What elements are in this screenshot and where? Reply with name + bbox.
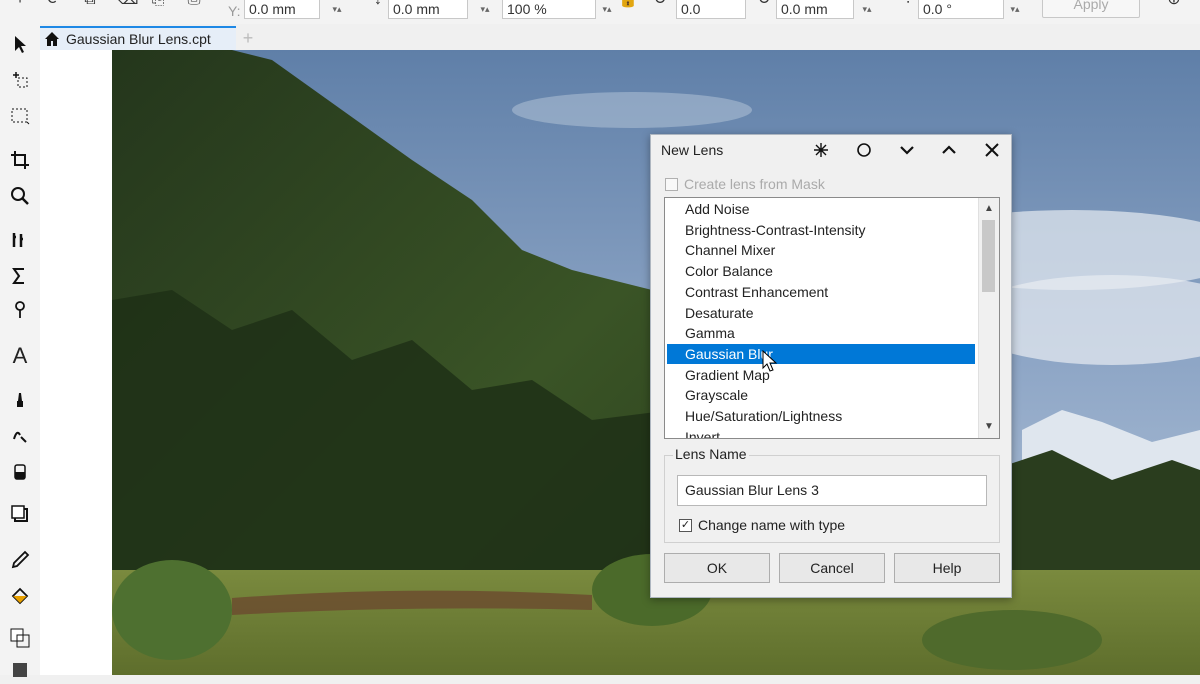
change-name-checkbox[interactable]: ✓ <box>679 518 692 532</box>
list-item[interactable]: Add Noise <box>667 199 975 219</box>
list-item[interactable]: Gradient Map <box>667 365 975 385</box>
offset-field[interactable]: 0.0 mm <box>776 0 854 19</box>
property-bar: + ⟳ ⧉ ⌫ ⎘ ⎙ Y: 0.0 mm ▾▴ ↕ 0.0 mm ▾▴ 100… <box>0 0 1200 25</box>
create-from-mask-checkbox[interactable] <box>665 177 678 191</box>
scrollbar-thumb[interactable] <box>982 220 995 292</box>
pick-tool-icon[interactable] <box>6 30 34 58</box>
list-scrollbar[interactable]: ▲ ▼ <box>978 198 999 438</box>
add-circle-icon[interactable]: ⊕ <box>1166 0 1182 8</box>
color-eyedropper-icon[interactable] <box>6 546 34 574</box>
x-spinner[interactable]: ▾▴ <box>322 0 352 19</box>
create-from-mask-label: Create lens from Mask <box>684 176 825 192</box>
zoom-tool-icon[interactable] <box>6 182 34 210</box>
y-spinner[interactable]: ▾▴ <box>470 0 500 19</box>
document-tab[interactable]: Gaussian Blur Lens.cpt <box>40 26 236 50</box>
offset-icon: ↻ <box>756 0 772 8</box>
create-from-mask-row: Create lens from Mask <box>665 175 825 193</box>
fill-tool-icon[interactable] <box>6 582 34 610</box>
y-label: Y: <box>228 3 241 19</box>
offset-spinner[interactable]: ▾▴ <box>852 0 882 19</box>
effect-tool-icon[interactable] <box>6 422 34 450</box>
dialog-title: New Lens <box>661 142 724 158</box>
angle-field[interactable]: 0.0 <box>676 0 746 19</box>
apply-button[interactable]: Apply <box>1042 0 1140 18</box>
close-icon[interactable] <box>979 137 1005 163</box>
document-tab-bar: Gaussian Blur Lens.cpt + <box>40 24 1200 50</box>
lens-name-label: Lens Name <box>673 446 749 462</box>
ok-button[interactable]: OK <box>664 553 770 583</box>
y-position-field[interactable]: 0.0 mm <box>388 0 468 19</box>
tilt-spinner[interactable]: ▾▴ <box>1000 0 1030 19</box>
list-item[interactable]: Desaturate <box>667 303 975 323</box>
chevron-down-icon[interactable] <box>894 137 920 163</box>
lens-name-input[interactable]: Gaussian Blur Lens 3 <box>677 475 987 506</box>
list-item[interactable]: Channel Mixer <box>667 240 975 260</box>
freehand-pick-icon[interactable] <box>6 66 34 94</box>
list-item-selected[interactable]: Gaussian Blur <box>667 343 975 364</box>
lens-type-list[interactable]: Add Noise Brightness-Contrast-Intensity … <box>664 197 1000 439</box>
x-position-field[interactable]: 0.0 mm <box>244 0 320 19</box>
change-name-row[interactable]: ✓ Change name with type <box>679 516 845 534</box>
sigma-tool-icon[interactable] <box>6 262 34 290</box>
home-icon <box>45 32 59 46</box>
scale-field[interactable]: 100 % <box>502 0 596 19</box>
color-swatch-icon[interactable] <box>6 624 34 652</box>
mask-rectangle-icon[interactable] <box>6 102 34 130</box>
snowflake-icon[interactable] <box>808 137 834 163</box>
list-item[interactable]: Gamma <box>667 323 975 343</box>
toolbox: A <box>0 24 41 677</box>
crop-tool-icon[interactable] <box>6 146 34 174</box>
height-icon: ↕ <box>370 0 386 8</box>
list-item[interactable]: Color Balance <box>667 261 975 281</box>
add-icon[interactable]: + <box>12 0 28 8</box>
brush-tool-icon[interactable] <box>6 296 34 324</box>
color-square-icon[interactable] <box>6 656 34 684</box>
document-tab-label: Gaussian Blur Lens.cpt <box>66 31 211 47</box>
lock-ratio-icon[interactable]: 🔒 <box>618 0 638 8</box>
transform-icon[interactable]: ⧉ <box>82 0 98 8</box>
tilt-field[interactable]: 0.0 ° <box>918 0 1004 19</box>
list-item[interactable]: Brightness-Contrast-Intensity <box>667 220 975 240</box>
change-name-label: Change name with type <box>698 517 846 533</box>
list-item[interactable]: Contrast Enhancement <box>667 282 975 302</box>
text-tool-icon[interactable]: A <box>6 342 34 370</box>
paint-tool-icon[interactable] <box>6 386 34 414</box>
cancel-button[interactable]: Cancel <box>779 553 885 583</box>
mouse-cursor-icon <box>762 350 778 372</box>
list-item[interactable]: Grayscale <box>667 385 975 405</box>
tilt-icon: ⫶ <box>900 0 916 8</box>
scroll-up-icon[interactable]: ▲ <box>979 200 999 218</box>
rotate-icon[interactable]: ⟳ <box>46 0 62 8</box>
page-icon[interactable]: ⎙ <box>186 0 202 8</box>
eyedropper-balance-icon[interactable] <box>6 226 34 254</box>
new-lens-dialog: New Lens Create lens from Mask Add Noise… <box>650 134 1012 598</box>
help-button[interactable]: Help <box>894 553 1000 583</box>
scroll-down-icon[interactable]: ▼ <box>979 418 999 436</box>
canvas-area[interactable] <box>40 50 1200 675</box>
rotation-icon: ↻ <box>652 0 668 8</box>
drop-shadow-icon[interactable] <box>6 500 34 528</box>
eraser-tool-icon[interactable] <box>6 458 34 486</box>
copy-icon[interactable]: ⎘ <box>150 0 166 8</box>
circle-icon[interactable] <box>851 137 877 163</box>
chevron-up-icon[interactable] <box>936 137 962 163</box>
list-item[interactable]: Hue/Saturation/Lightness <box>667 406 975 426</box>
eraser-icon[interactable]: ⌫ <box>116 0 139 8</box>
list-item[interactable]: Invert <box>667 427 975 438</box>
lens-name-group: Lens Name Gaussian Blur Lens 3 ✓ Change … <box>664 446 1000 543</box>
new-tab-icon[interactable]: + <box>238 28 258 48</box>
